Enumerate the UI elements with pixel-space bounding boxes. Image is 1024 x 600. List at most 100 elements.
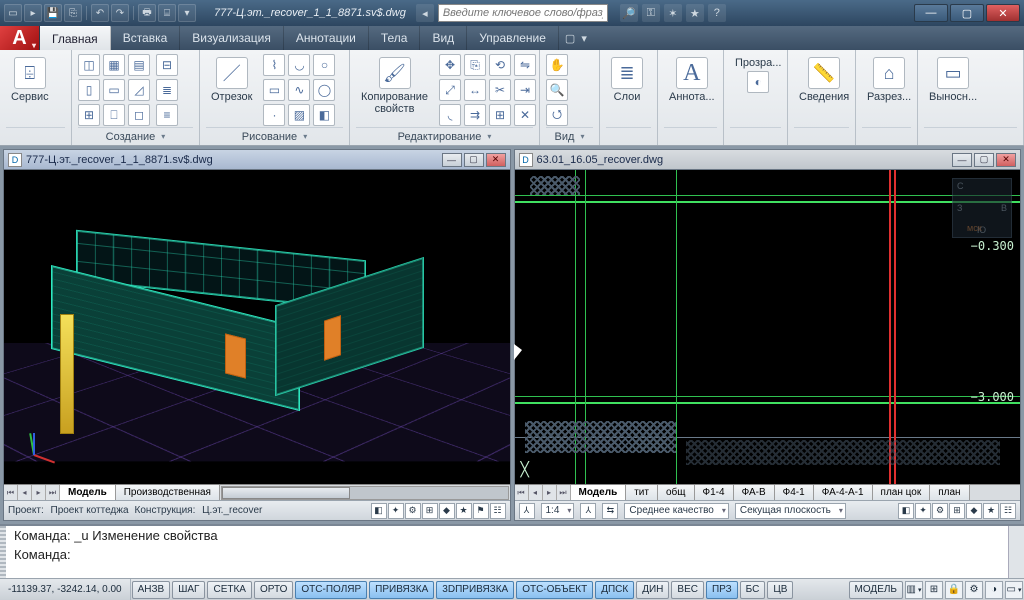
ds-r-6[interactable]: ★ bbox=[983, 503, 999, 519]
ds-ico-2[interactable]: ✦ bbox=[388, 503, 404, 519]
qat-save-icon[interactable]: 💾 bbox=[44, 4, 62, 22]
panel-edit-label[interactable]: Редактирование bbox=[356, 127, 533, 145]
layout-tab[interactable]: Производственная bbox=[116, 485, 220, 501]
qat-undo-icon[interactable]: ↶ bbox=[91, 4, 109, 22]
status-toggle-ПРИВЯЗКА[interactable]: ПРИВЯЗКА bbox=[369, 581, 434, 599]
doc-left-min-button[interactable]: — bbox=[442, 153, 462, 167]
roof-icon[interactable]: ◿ bbox=[128, 79, 150, 101]
stretch-icon[interactable]: ↔ bbox=[464, 79, 486, 101]
ds-ico-1[interactable]: ◧ bbox=[371, 503, 387, 519]
binoculars-icon[interactable]: 🔎 bbox=[620, 4, 638, 22]
layout-tab[interactable]: Модель bbox=[60, 485, 116, 501]
ds-ico-5[interactable]: ◆ bbox=[439, 503, 455, 519]
rotate-icon[interactable]: ⟲ bbox=[489, 54, 511, 76]
trim-icon[interactable]: ✂ bbox=[489, 79, 511, 101]
tab-first-icon[interactable]: ⏮ bbox=[4, 485, 18, 501]
qat-props-icon[interactable]: ⌸ bbox=[158, 4, 176, 22]
offset-icon[interactable]: ⇉ bbox=[464, 104, 486, 126]
sb-isolate-icon[interactable]: ◑ bbox=[985, 581, 1003, 599]
annovis-icon[interactable]: ⅄ bbox=[580, 503, 596, 519]
help-icon[interactable]: ? bbox=[708, 4, 726, 22]
maximize-button[interactable]: ▢ bbox=[950, 4, 984, 22]
command-window[interactable]: Команда: _u Изменение свойства Команда: bbox=[0, 524, 1024, 578]
tab-prev-icon[interactable]: ◂ bbox=[529, 485, 543, 501]
ds-ico-8[interactable]: ☷ bbox=[490, 503, 506, 519]
zoom-icon[interactable]: 🔍 bbox=[546, 79, 568, 101]
status-toggle-БС[interactable]: БС bbox=[740, 581, 766, 599]
doc-right-close-button[interactable]: ✕ bbox=[996, 153, 1016, 167]
mirror-icon[interactable]: ⇋ bbox=[514, 54, 536, 76]
status-toggle-АНЗВ[interactable]: АНЗВ bbox=[132, 581, 171, 599]
sb-quickview-icon[interactable]: ⊞ bbox=[925, 581, 943, 599]
ds-r-1[interactable]: ◧ bbox=[898, 503, 914, 519]
rail-icon[interactable]: ≡ bbox=[156, 104, 178, 126]
pan-icon[interactable]: ✋ bbox=[546, 54, 568, 76]
status-toggle-ОТС-ПОЛЯР[interactable]: ОТС-ПОЛЯР bbox=[295, 581, 367, 599]
layout-tab[interactable]: общ bbox=[658, 485, 695, 501]
command-prompt[interactable]: Команда: bbox=[6, 545, 1008, 564]
status-toggle-ДИН[interactable]: ДИН bbox=[636, 581, 669, 599]
tab-Визуализация[interactable]: Визуализация bbox=[180, 26, 284, 50]
status-toggle-ПРЗ[interactable]: ПРЗ bbox=[706, 581, 738, 599]
sb-clean-icon[interactable]: ▭ bbox=[1005, 581, 1023, 599]
move-icon[interactable]: ✥ bbox=[439, 54, 461, 76]
favorite-icon[interactable]: ★ bbox=[686, 4, 704, 22]
line-button[interactable]: ／ Отрезок bbox=[206, 54, 257, 106]
copy-icon[interactable]: ⎘ bbox=[464, 54, 486, 76]
transparency-button[interactable]: Прозра... ◐ bbox=[730, 54, 786, 96]
info-prev-icon[interactable]: ◂ bbox=[416, 4, 434, 22]
doc-right-max-button[interactable]: ▢ bbox=[974, 153, 994, 167]
erase-icon[interactable]: ✕ bbox=[514, 104, 536, 126]
ds-ico-4[interactable]: ⊞ bbox=[422, 503, 438, 519]
fillet-icon[interactable]: ◟ bbox=[439, 104, 461, 126]
quality-combo[interactable]: Среднее качество bbox=[624, 503, 728, 519]
scale-combo[interactable]: 1:4 bbox=[541, 503, 575, 519]
ds-r-4[interactable]: ⊞ bbox=[949, 503, 965, 519]
status-toggle-ШАГ[interactable]: ШАГ bbox=[172, 581, 205, 599]
rect-icon[interactable]: ▭ bbox=[263, 79, 285, 101]
ds-ico-7[interactable]: ⚑ bbox=[473, 503, 489, 519]
ribbon-expand-icon[interactable]: ▢ bbox=[565, 32, 575, 45]
tab-Тела[interactable]: Тела bbox=[369, 26, 421, 50]
section-button[interactable]: ⌂ Разрез... bbox=[862, 54, 916, 106]
region-icon[interactable]: ◧ bbox=[313, 104, 335, 126]
circle-icon[interactable]: ○ bbox=[313, 54, 335, 76]
opening-icon[interactable]: ◻ bbox=[128, 104, 150, 126]
service-button[interactable]: ⌹ Сервис bbox=[6, 54, 54, 106]
door-icon[interactable]: ⎕ bbox=[103, 104, 125, 126]
qat-saveas-icon[interactable]: ⎘ bbox=[64, 4, 82, 22]
polyline-icon[interactable]: ⌇ bbox=[263, 54, 285, 76]
tab-prev-icon[interactable]: ◂ bbox=[18, 485, 32, 501]
view-cube[interactable]: С В З Ю мск bbox=[952, 178, 1012, 238]
layout-tab[interactable]: план bbox=[930, 485, 969, 501]
viewport-2d[interactable]: −0.300 −3.000 С В З Ю мск ╳ bbox=[515, 170, 1021, 484]
tab-Главная[interactable]: Главная bbox=[40, 26, 111, 50]
tab-last-icon[interactable]: ⏭ bbox=[46, 485, 60, 501]
hscroll-left[interactable] bbox=[221, 486, 509, 500]
hatch-icon[interactable]: ▤ bbox=[128, 54, 150, 76]
doc-left-close-button[interactable]: ✕ bbox=[486, 153, 506, 167]
doc-left-max-button[interactable]: ▢ bbox=[464, 153, 484, 167]
status-toggle-ЦВ[interactable]: ЦВ bbox=[767, 581, 793, 599]
coords-readout[interactable]: -11139.37, -3242.14, 0.00 bbox=[0, 579, 131, 600]
annosync-icon[interactable]: ⇆ bbox=[602, 503, 618, 519]
tab-Аннотации[interactable]: Аннотации bbox=[284, 26, 369, 50]
layers-button[interactable]: ≣ Слои bbox=[606, 54, 648, 106]
info-button[interactable]: 📏 Сведения bbox=[794, 54, 854, 106]
matchprops-button[interactable]: 🖌 Копирование свойств bbox=[356, 54, 433, 118]
panel-view-label[interactable]: Вид bbox=[546, 127, 593, 145]
arc-icon[interactable]: ◡ bbox=[288, 54, 310, 76]
annotate-button[interactable]: А Аннота... bbox=[664, 54, 720, 106]
tab-last-icon[interactable]: ⏭ bbox=[557, 485, 571, 501]
modelspace-toggle[interactable]: МОДЕЛЬ bbox=[849, 581, 903, 599]
cmd-scrollbar[interactable] bbox=[1008, 526, 1024, 578]
panel-create-label[interactable]: Создание bbox=[78, 127, 193, 145]
layout-tab[interactable]: Ф4-1 bbox=[775, 485, 814, 501]
tab-Управление[interactable]: Управление bbox=[467, 26, 559, 50]
status-toggle-ДПСК[interactable]: ДПСК bbox=[595, 581, 634, 599]
qat-new-icon[interactable]: ▭ bbox=[4, 4, 22, 22]
slab-icon[interactable]: ▭ bbox=[103, 79, 125, 101]
doc-right-titlebar[interactable]: D 63.01_16.05_recover.dwg — ▢ ✕ bbox=[515, 150, 1021, 170]
ds-r-3[interactable]: ⚙ bbox=[932, 503, 948, 519]
annoscale-icon[interactable]: ⅄ bbox=[519, 503, 535, 519]
